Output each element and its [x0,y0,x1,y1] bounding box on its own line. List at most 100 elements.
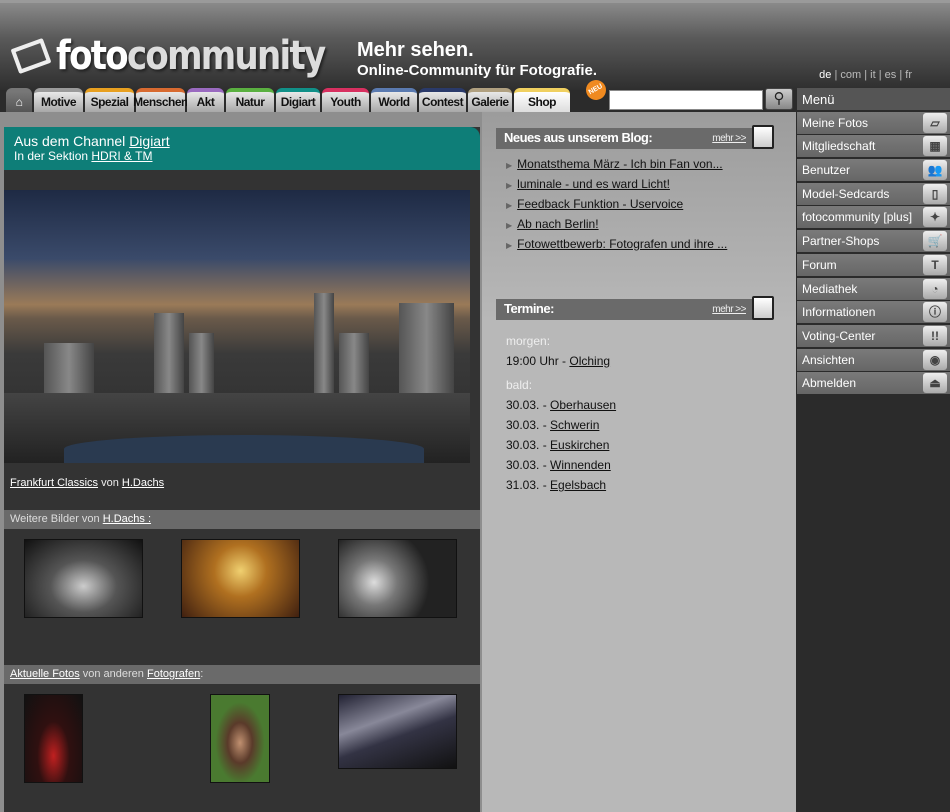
section-link[interactable]: HDRI & TM [91,149,152,163]
sidebar-menu: Menü Meine Fotos ▱ Mitgliedschaft ▦ Benutzer… [797,88,950,395]
blog-more-link[interactable]: mehr >> [712,133,746,144]
photographers-link[interactable]: Fotografen [147,668,200,680]
menu-item-label: Meine Fotos [802,115,869,130]
event-item: 30.03. - Oberhausen [506,398,617,412]
thumbnail[interactable] [338,539,457,618]
tab-contest[interactable]: Contest [419,88,466,112]
author-link[interactable]: H.Dachs : [103,513,151,525]
photos-icon: ▱ [923,112,947,133]
voting-icon: !! [923,325,947,346]
arrow-icon: ▶ [506,161,513,170]
sedcard-icon: ▯ [923,183,947,204]
menu-item-forum[interactable]: Forum T [797,253,950,276]
plus-new-icon: ✦ [923,207,947,228]
lang-fr[interactable]: fr [905,69,912,81]
menu-item-label: Mitgliedschaft [802,139,876,154]
event-link[interactable]: Egelsbach [550,478,606,492]
photo-author-link[interactable]: H.Dachs [122,477,164,489]
menu-item-benutzer[interactable]: Benutzer 👥 [797,159,950,182]
menu-item-informationen[interactable]: Informationen ⓘ [797,301,950,324]
news-column: Neues aus unserem Blog: mehr >> ▶ Monatsth… [482,112,796,812]
event-link[interactable]: Oberhausen [550,398,616,412]
blog-header: Neues aus unserem Blog: mehr >> [496,125,774,149]
menu-item-label: Model-Sedcards [802,186,890,201]
search-button[interactable]: ⚲ [765,88,793,110]
menu-item-label: Voting-Center [802,328,876,343]
blog-link[interactable]: luminale - und es ward Licht! [517,177,670,191]
tab-shop[interactable]: Shop [514,88,570,112]
header: fotocommunity Mehr sehen. Online-Communit… [0,0,950,90]
thumbnail[interactable] [24,694,83,783]
menu-title: Menü [797,88,950,110]
lang-de[interactable]: de [819,69,831,81]
logo-icon [10,37,52,75]
search-input[interactable] [609,90,763,110]
tab-spezial[interactable]: Spezial [85,88,134,112]
event-link[interactable]: Euskirchen [550,438,609,452]
menu-item-meine-fotos[interactable]: Meine Fotos ▱ [797,111,950,134]
event-link[interactable]: Schwerin [550,418,599,432]
event-item: 19:00 Uhr - Olching [506,354,611,368]
menu-item-label: Informationen [802,305,876,320]
tab-natur[interactable]: Natur [226,88,274,112]
blog-link[interactable]: Monatsthema März - Ich bin Fan von... [517,157,722,171]
tab-galerie[interactable]: Galerie [468,88,512,112]
more-by-author-bar: Weitere Bilder von H.Dachs : [4,510,480,529]
arrow-icon: ▶ [506,221,513,230]
calendar-icon [752,296,774,320]
menu-item-ansichten[interactable]: Ansichten ◉ [797,348,950,371]
thumbnail[interactable] [210,694,270,783]
event-link[interactable]: Olching [569,354,610,368]
event-link[interactable]: Winnenden [550,458,611,472]
tab-menschen[interactable]: Menschen [133,88,188,112]
menu-item-abmelden[interactable]: Abmelden ⏏ [797,372,950,395]
arrow-icon: ▶ [506,201,513,210]
tab-akt[interactable]: Akt [187,88,224,112]
tab-motive[interactable]: Motive [34,88,83,112]
magnifier-icon: ⚲ [773,90,785,107]
current-photos-link[interactable]: Aktuelle Fotos [10,668,80,680]
tab-world[interactable]: World [371,88,417,112]
blog-item: ▶ Ab nach Berlin! [506,217,599,231]
menu-item-mitgliedschaft[interactable]: Mitgliedschaft ▦ [797,135,950,158]
lang-com[interactable]: com [840,69,861,81]
menu-item-label: Ansichten [802,352,855,367]
thumbnail[interactable] [338,694,457,769]
menu-item-model-sedcards[interactable]: Model-Sedcards ▯ [797,182,950,205]
soon-label: bald: [506,378,533,392]
lang-es[interactable]: es [885,69,897,81]
blog-link[interactable]: Feedback Funktion - Uservoice [517,197,683,211]
logo[interactable]: fotocommunity [10,33,372,79]
eject-icon: ⏏ [923,373,947,394]
blog-item: ▶ Fotowettbewerb: Fotografen und ihre ... [506,237,727,251]
tab-youth[interactable]: Youth [322,88,369,112]
event-item: 30.03. - Schwerin [506,418,600,432]
blog-item: ▶ Monatsthema März - Ich bin Fan von... [506,157,723,171]
featured-panel: Aus dem Channel Digiart In der Sektion H… [4,127,480,812]
termine-more-link[interactable]: mehr >> [712,304,746,315]
thumbnail[interactable] [24,539,143,618]
channel-link[interactable]: Digiart [129,133,169,149]
menu-item-mediathek[interactable]: Mediathek ◔ [797,277,950,300]
termine-header: Termine: mehr >> [496,296,774,320]
blog-link[interactable]: Fotowettbewerb: Fotografen und ihre ... [517,237,727,251]
menu-item-label: Benutzer [802,163,851,178]
tomorrow-label: morgen: [506,334,551,348]
channel-header: Aus dem Channel Digiart In der Sektion H… [4,127,480,170]
menu-item-voting-center[interactable]: Voting-Center!! [797,324,950,347]
photo-title-link[interactable]: Frankfurt Classics [10,477,98,489]
tab-home[interactable]: ⌂ [6,88,32,112]
slogan: Mehr sehen. Online-Community für Fotograf… [357,39,597,79]
tab-digiart[interactable]: Digiart [276,88,320,112]
menu-item-fotocommunity-plus[interactable]: fotocommunity [plus] ✦ [797,206,950,229]
language-switcher: de | com | it | es | fr [819,69,912,81]
eye-icon: ◉ [923,349,947,370]
menu-item-partner-shops[interactable]: Partner-Shops 🛒 [797,230,950,253]
menu-item-label: Partner-Shops [802,234,880,249]
featured-photo[interactable] [4,190,470,463]
blog-link[interactable]: Ab nach Berlin! [517,217,598,231]
thumbnail[interactable] [181,539,300,618]
event-item: 31.03. - Egelsbach [506,478,607,492]
rss-icon: ◔ [923,278,947,299]
menu-item-label: fotocommunity [plus] [802,210,913,225]
